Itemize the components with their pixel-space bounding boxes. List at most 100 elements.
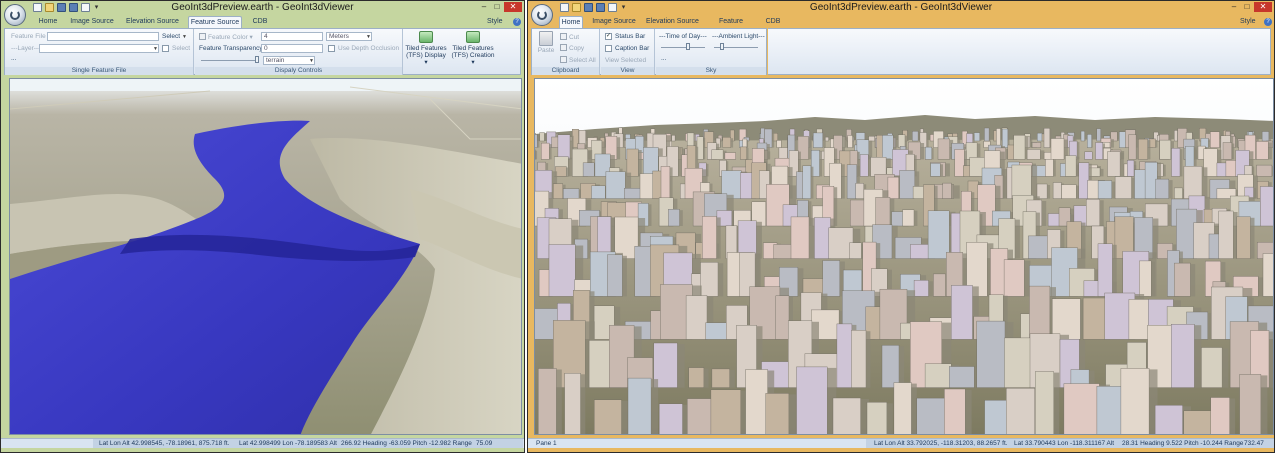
ambient-light-label: ---Ambient Light--- bbox=[712, 33, 765, 40]
tiled-features-creation-button[interactable]: Tiled Features (TFS) Creation ▾ bbox=[451, 31, 495, 67]
select-checkbox[interactable] bbox=[162, 45, 169, 52]
feature-file-field[interactable] bbox=[47, 32, 159, 41]
close-button[interactable]: ✕ bbox=[504, 2, 522, 12]
sky-more-options[interactable]: ... bbox=[661, 55, 666, 62]
time-of-day-slider[interactable] bbox=[661, 47, 705, 48]
status-lat-lon-alt: Lat Lon Alt 42.998545, -78.18961, 875.71… bbox=[99, 440, 230, 447]
clamping-dropdown-icon[interactable]: ▼ bbox=[309, 58, 314, 64]
depth-occlusion-label: Use Depth Occlusion bbox=[338, 45, 400, 52]
status-bar-checkbox[interactable]: ✓ bbox=[605, 33, 612, 40]
transparency-slider-thumb[interactable] bbox=[255, 56, 259, 63]
tab-cdb[interactable]: CDB bbox=[251, 16, 269, 28]
tiled-creation-label-1: Tiled Features bbox=[452, 45, 494, 52]
cut-label: Cut bbox=[569, 34, 580, 41]
tab-image-source[interactable]: Image Source bbox=[591, 16, 637, 28]
feature-color-value[interactable]: 4 bbox=[261, 32, 323, 41]
tab-feature-source[interactable]: Feature Source bbox=[188, 16, 242, 28]
group-sky: ---Time of Day--- ---Ambient Light--- ..… bbox=[656, 29, 766, 75]
select-file-button[interactable]: Select bbox=[162, 33, 180, 40]
more-options[interactable]: ... bbox=[11, 55, 16, 62]
3d-viewport-terrain[interactable] bbox=[9, 78, 522, 435]
clamping-select[interactable]: terrain bbox=[263, 56, 315, 65]
copy-button[interactable]: Copy bbox=[560, 44, 584, 52]
feature-file-label: Feature File bbox=[11, 33, 46, 40]
copy-label: Copy bbox=[569, 45, 585, 52]
status-heading-pitch: 266.92 Heading -63.059 Pitch -12.982 Ran… bbox=[341, 440, 472, 447]
tiled-display-label-1: Tiled Features bbox=[405, 45, 447, 52]
terrain-river-scene bbox=[10, 79, 521, 434]
group-single-feature-file: Feature File Select ▼ ---Layer--- ▼ Sele… bbox=[5, 29, 194, 75]
help-icon[interactable]: ? bbox=[1264, 18, 1272, 26]
group-clipboard: Paste Cut Copy Select All Clipboard bbox=[532, 29, 600, 75]
layer-select[interactable] bbox=[39, 44, 159, 53]
ambient-light-thumb[interactable] bbox=[720, 43, 724, 50]
maximize-button[interactable]: □ bbox=[1241, 2, 1253, 12]
time-of-day-thumb[interactable] bbox=[686, 43, 690, 50]
window-controls: – □ ✕ bbox=[1228, 2, 1272, 12]
cut-icon bbox=[560, 33, 567, 40]
feature-color-label: Feature Color bbox=[208, 34, 248, 41]
style-menu[interactable]: Style bbox=[487, 16, 503, 28]
ribbon-tabs: Home Image Source Elevation Source Featu… bbox=[1, 15, 524, 28]
status-cursor-position: Lat 33.790443 Lon -118.311167 Alt bbox=[1014, 440, 1115, 447]
left-viewer-window: ▾ GeoInt3dPreview.earth - GeoInt3dViewer… bbox=[0, 0, 525, 453]
title-bar: ▾ GeoInt3dPreview.earth - GeoInt3dViewer… bbox=[528, 1, 1274, 26]
tiled-features-display-button[interactable]: Tiled Features (TFS) Display ▾ bbox=[405, 31, 447, 67]
time-of-day-label: ---Time of Day--- bbox=[659, 33, 707, 40]
app-orb-icon[interactable] bbox=[531, 4, 553, 26]
group-display-controls: Feature Color ▾ 4 Meters ▼ Feature Trans… bbox=[195, 29, 403, 75]
caption-bar-checkbox[interactable] bbox=[605, 45, 612, 52]
group-label-sky: Sky bbox=[656, 67, 766, 75]
tab-image-source[interactable]: Image Source bbox=[69, 16, 115, 28]
transparency-value[interactable]: 0 bbox=[261, 44, 323, 53]
select-all-button[interactable]: Select All bbox=[560, 56, 596, 64]
minimize-button[interactable]: – bbox=[1228, 2, 1240, 12]
ribbon-tabs: Home Image Source Elevation Source Featu… bbox=[528, 15, 1274, 37]
group-label-display-controls: Dispaly Controls bbox=[195, 67, 402, 75]
paste-button[interactable]: Paste bbox=[535, 31, 557, 67]
window-title: GeoInt3dPreview.earth - GeoInt3dViewer bbox=[171, 2, 354, 13]
tab-home[interactable]: Home bbox=[559, 16, 583, 28]
layer-label: ---Layer--- bbox=[11, 45, 41, 52]
caption-bar-label: Caption Bar bbox=[615, 45, 650, 52]
select-all-label: Select All bbox=[569, 57, 596, 64]
group-label-clipboard: Clipboard bbox=[532, 67, 599, 75]
ribbon-empty-area bbox=[768, 28, 1271, 75]
status-cursor-position: Lat 42.998499 Lon -78.189583 Alt bbox=[239, 440, 337, 447]
group-label-view: View bbox=[601, 67, 654, 75]
copy-icon bbox=[560, 44, 567, 51]
cut-button[interactable]: Cut bbox=[560, 33, 579, 41]
ribbon-home: Paste Cut Copy Select All Clipboard ✓ St… bbox=[531, 28, 767, 75]
maximize-button[interactable]: □ bbox=[491, 2, 503, 12]
status-heading-pitch: 28.31 Heading 9.522 Pitch -10.244 Range bbox=[1122, 440, 1244, 447]
tab-elevation-source[interactable]: Elevation Source bbox=[645, 16, 700, 28]
layer-dropdown-icon[interactable]: ▼ bbox=[153, 46, 158, 52]
3d-viewport-city[interactable] bbox=[534, 78, 1274, 435]
style-menu[interactable]: Style bbox=[1240, 16, 1256, 28]
close-button[interactable]: ✕ bbox=[1254, 2, 1272, 12]
tab-home[interactable]: Home bbox=[37, 16, 59, 28]
status-bar: Lat Lon Alt 42.998545, -78.18961, 875.71… bbox=[1, 438, 524, 448]
depth-occlusion-checkbox[interactable] bbox=[328, 45, 335, 52]
status-bar-label: Status Bar bbox=[615, 33, 646, 40]
select-all-icon bbox=[560, 56, 567, 63]
tab-feature-source[interactable]: Feature Source bbox=[708, 16, 754, 37]
tab-elevation-source[interactable]: Elevation Source bbox=[125, 16, 180, 28]
minimize-button[interactable]: – bbox=[478, 2, 490, 12]
window-controls: – □ ✕ bbox=[478, 2, 522, 12]
city-buildings-scene bbox=[535, 79, 1273, 434]
select-dropdown-icon[interactable]: ▼ bbox=[182, 34, 187, 40]
help-icon[interactable]: ? bbox=[513, 18, 521, 26]
group-label-single-feature-file: Single Feature File bbox=[5, 67, 193, 75]
status-bar: Pane 1 Lat Lon Alt 33.792025, -118.31203… bbox=[528, 438, 1274, 448]
view-selected-button[interactable]: View Selected bbox=[605, 57, 646, 64]
right-viewer-window: ▾ GeoInt3dPreview.earth - GeoInt3dViewer… bbox=[527, 0, 1275, 453]
units-dropdown-icon[interactable]: ▼ bbox=[366, 34, 371, 40]
status-range: 732.47 bbox=[1244, 440, 1264, 447]
window-title: GeoInt3dPreview.earth - GeoInt3dViewer bbox=[809, 2, 993, 13]
feature-color-button[interactable]: Feature Color ▾ bbox=[199, 33, 253, 41]
app-orb-icon[interactable] bbox=[4, 4, 26, 26]
paste-label: Paste bbox=[537, 47, 555, 54]
transparency-slider[interactable] bbox=[201, 60, 259, 61]
tab-cdb[interactable]: CDB bbox=[764, 16, 782, 28]
